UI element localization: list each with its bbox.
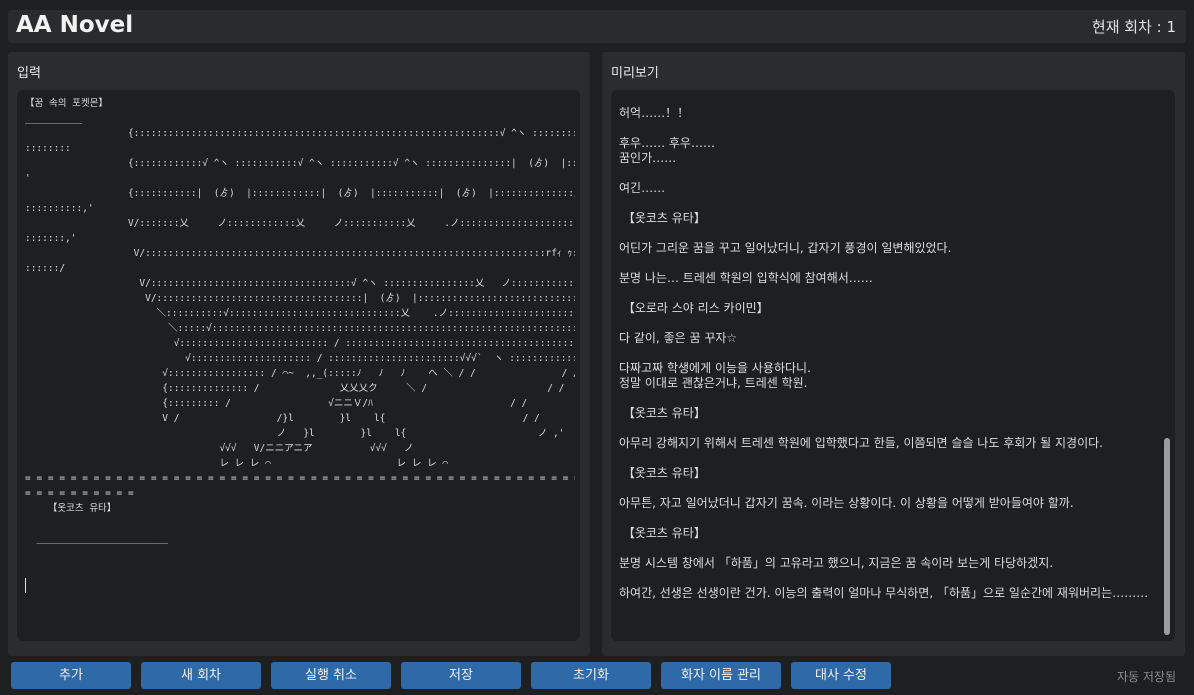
save-button[interactable]: 저장 (401, 662, 521, 689)
speaker-manage-button[interactable]: 화자 이름 관리 (661, 662, 781, 689)
undo-button[interactable]: 실행 취소 (271, 662, 391, 689)
preview-paragraph: 【오로라 스야 리스 카이민】 (619, 301, 769, 315)
preview-scrollbar[interactable] (1163, 94, 1171, 637)
input-panel-label: 입력 (17, 66, 41, 81)
preview-paragraph: 하여간, 선생은 선생이란 건가. 이능의 출력이 얼마나 무식하면, 「하품」… (619, 586, 1149, 600)
input-editor-text[interactable]: 【꿈 속의 포켓몬】 __________ {:::::::::::::::::… (25, 96, 575, 546)
preview-paragraph: 【옷코츠 유타】 (619, 466, 706, 480)
preview-paragraph: 분명 시스템 창에서 「하품」의 고유라고 했으니, 지금은 꿈 속이라 보는게… (619, 556, 1054, 570)
header-bar: AA Novel 현재 회차 : 1 (8, 10, 1186, 43)
edit-dialogue-button[interactable]: 대사 수정 (791, 662, 891, 689)
preview-scroll-thumb[interactable] (1164, 438, 1170, 635)
preview-paragraph: 다짜고짜 학생에게 이능을 사용하다니. 정말 이대로 괜찮은거냐, 트레센 학… (619, 361, 811, 390)
preview-paragraph: 【옷코츠 유타】 (619, 406, 706, 420)
text-caret (25, 578, 26, 593)
preview-paragraph: 허억……！！ (619, 106, 690, 120)
preview-panel-label: 미리보기 (611, 66, 659, 81)
preview-paragraph: 【옷코츠 유타】 (619, 526, 706, 540)
preview-paragraph: 어딘가 그리운 꿈을 꾸고 일어났더니, 갑자기 풍경이 일변해있었다. (619, 241, 952, 255)
reset-button[interactable]: 초기화 (531, 662, 651, 689)
preview-paragraph: 여긴…… (619, 181, 666, 195)
add-button[interactable]: 추가 (11, 662, 131, 689)
input-panel: 입력 【꿈 속의 포켓몬】 __________ {::::::::::::::… (8, 52, 590, 656)
input-editor[interactable]: 【꿈 속의 포켓몬】 __________ {:::::::::::::::::… (17, 90, 580, 641)
preview-panel: 미리보기 허억……！！ 후우…… 후우…… 꿈인가…… 여긴…… 【옷코츠 유타】 어… (602, 52, 1185, 656)
preview-paragraph: 후우…… 후우…… 꿈인가…… (619, 136, 715, 165)
current-episode-label: 현재 회차 : 1 (1091, 18, 1176, 36)
preview-paragraph: 아무튼, 자고 일어났더니 갑자기 꿈속. 이라는 상황이다. 이 상황을 어떻… (619, 496, 1074, 510)
app-title: AA Novel (16, 12, 134, 38)
preview-paragraph: 아무리 강해지기 위해서 트레센 학원에 입학했다고 한들, 이쯤되면 슬슬 나… (619, 436, 1103, 450)
preview-area: 허억……！！ 후우…… 후우…… 꿈인가…… 여긴…… 【옷코츠 유타】 어딘가 그리… (611, 90, 1175, 641)
autosave-status: 자동 저장됨 (1116, 670, 1176, 684)
preview-paragraph: 분명 나는… 트레센 학원의 입학식에 참여해서…… (619, 271, 873, 285)
preview-text: 허억……！！ 후우…… 후우…… 꿈인가…… 여긴…… 【옷코츠 유타】 어딘가 그리… (619, 106, 1155, 616)
preview-paragraph: 【옷코츠 유타】 (619, 211, 706, 225)
preview-paragraph: 다 같이, 좋은 꿈 꾸자☆ (619, 331, 738, 345)
new-episode-button[interactable]: 새 회차 (141, 662, 261, 689)
